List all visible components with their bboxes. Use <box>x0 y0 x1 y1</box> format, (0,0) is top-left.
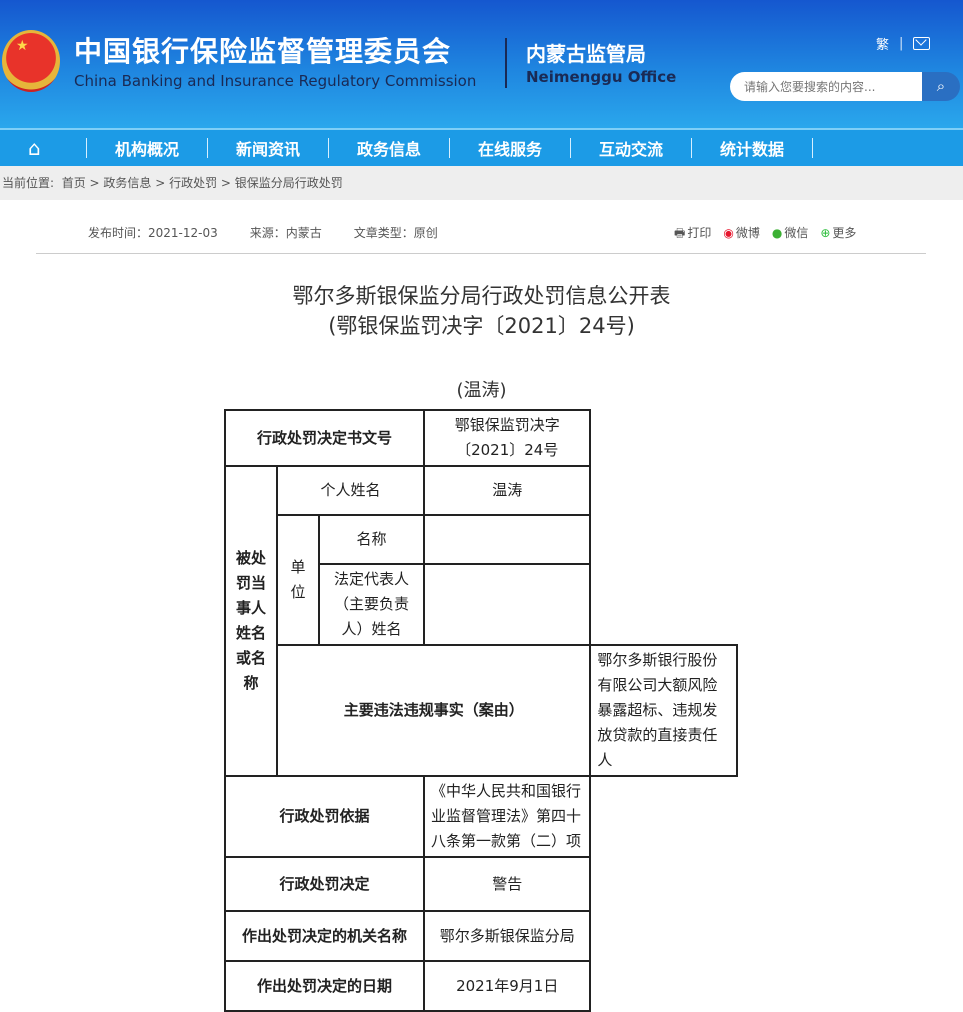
nav-item[interactable]: 互动交流 <box>599 136 663 160</box>
nav-item[interactable]: 机构概况 <box>115 136 179 160</box>
cell-label: 作出处罚决定的日期 <box>224 960 425 1012</box>
plus-circle-icon: ⊕ <box>820 226 831 240</box>
nav-item[interactable]: 统计数据 <box>720 136 784 160</box>
source: 来源：内蒙古 <box>249 226 322 240</box>
cell-value: 2021年9月1日 <box>422 960 592 1012</box>
more-share[interactable]: ⊕ 更多 <box>820 224 856 245</box>
breadcrumb-link[interactable]: 银保监分局行政处罚 <box>235 176 343 190</box>
print-button[interactable]: 🖶 打印 <box>674 224 711 245</box>
site-title-cn: 中国银行保险监督管理委员会 <box>74 35 452 68</box>
breadcrumb-link[interactable]: 首页 <box>62 176 86 190</box>
penalty-table: 行政处罚决定书文号 鄂银保监罚决字〔2021〕24号 被处罚当事人姓名或名称 个人姓… <box>224 409 738 1012</box>
cell-value: 温涛 <box>422 465 592 516</box>
mail-icon[interactable] <box>913 37 931 50</box>
cell-label: 法定代表人（主要负责人）姓名 <box>318 563 425 646</box>
cell-value <box>422 514 592 565</box>
wechat-icon: ● <box>771 226 783 240</box>
nav-item[interactable]: 政务信息 <box>357 136 421 160</box>
print-icon: 🖶 <box>674 226 686 240</box>
site-header: ★ 中国银行保险监督管理委员会 China Banking and Insura… <box>0 0 963 128</box>
weibo-share[interactable]: ◉ 微博 <box>723 224 760 245</box>
nav-item[interactable]: 新闻资讯 <box>236 136 300 160</box>
breadcrumb-link[interactable]: 行政处罚 <box>169 176 217 190</box>
publish-date: 发布时间：2021-12-03 <box>88 226 218 240</box>
cell-label: 行政处罚决定 <box>224 856 425 912</box>
nav-item[interactable]: 在线服务 <box>478 136 542 160</box>
cell-value <box>422 563 592 646</box>
cell-label: 被处罚当事人姓名或名称 <box>224 465 278 777</box>
national-emblem-logo: ★ <box>2 30 60 92</box>
party-name-heading: (温涛) <box>456 380 507 401</box>
search-box: ⌕ <box>730 72 960 101</box>
cell-value: 《中华人民共和国银行业监督管理法》第四十八条第一款第（二）项 <box>422 775 592 858</box>
home-icon[interactable]: ⌂ <box>28 136 58 160</box>
main-nav: ⌂ 机构概况 新闻资讯 政务信息 在线服务 互动交流 统计数据 <box>0 128 963 166</box>
cell-label: 名称 <box>318 514 425 565</box>
article-type: 文章类型：原创 <box>353 226 438 240</box>
cell-label: 单位 <box>276 514 320 646</box>
cell-label: 行政处罚依据 <box>224 775 425 858</box>
article-subtitle: (鄂银保监罚决字〔2021〕24号) <box>328 314 635 338</box>
site-title-en: China Banking and Insurance Regulatory C… <box>74 72 477 90</box>
cell-label: 个人姓名 <box>276 465 425 516</box>
cell-label: 主要违法违规事实（案由） <box>275 644 592 777</box>
wechat-share[interactable]: ● 微信 <box>772 224 809 245</box>
separator: | <box>899 36 904 51</box>
search-input[interactable] <box>730 72 922 101</box>
cell-label: 行政处罚决定书文号 <box>224 409 425 467</box>
traditional-chinese-link[interactable]: 繁 <box>876 34 889 53</box>
cell-value: 鄂银保监罚决字〔2021〕24号 <box>422 409 592 467</box>
article-title: 鄂尔多斯银保监分局行政处罚信息公开表 <box>292 284 671 308</box>
divider <box>505 38 507 88</box>
weibo-icon: ◉ <box>723 226 734 240</box>
office-title-en: Neimenggu Office <box>526 68 677 86</box>
breadcrumb-label: 当前位置: <box>2 176 55 190</box>
cell-value: 鄂尔多斯银行股份有限公司大额风险暴露超标、违规发放贷款的直接责任人 <box>589 644 738 777</box>
cell-value: 鄂尔多斯银保监分局 <box>422 910 592 962</box>
divider <box>36 253 926 254</box>
office-title-cn: 内蒙古监管局 <box>526 42 646 66</box>
search-button[interactable]: ⌕ <box>922 72 960 101</box>
cell-label: 作出处罚决定的机关名称 <box>224 910 425 962</box>
search-icon: ⌕ <box>936 78 946 95</box>
cell-value: 警告 <box>422 856 592 912</box>
breadcrumb: 当前位置: 首页 > 政务信息 > 行政处罚 > 银保监分局行政处罚 <box>0 166 963 200</box>
breadcrumb-link[interactable]: 政务信息 <box>103 176 151 190</box>
